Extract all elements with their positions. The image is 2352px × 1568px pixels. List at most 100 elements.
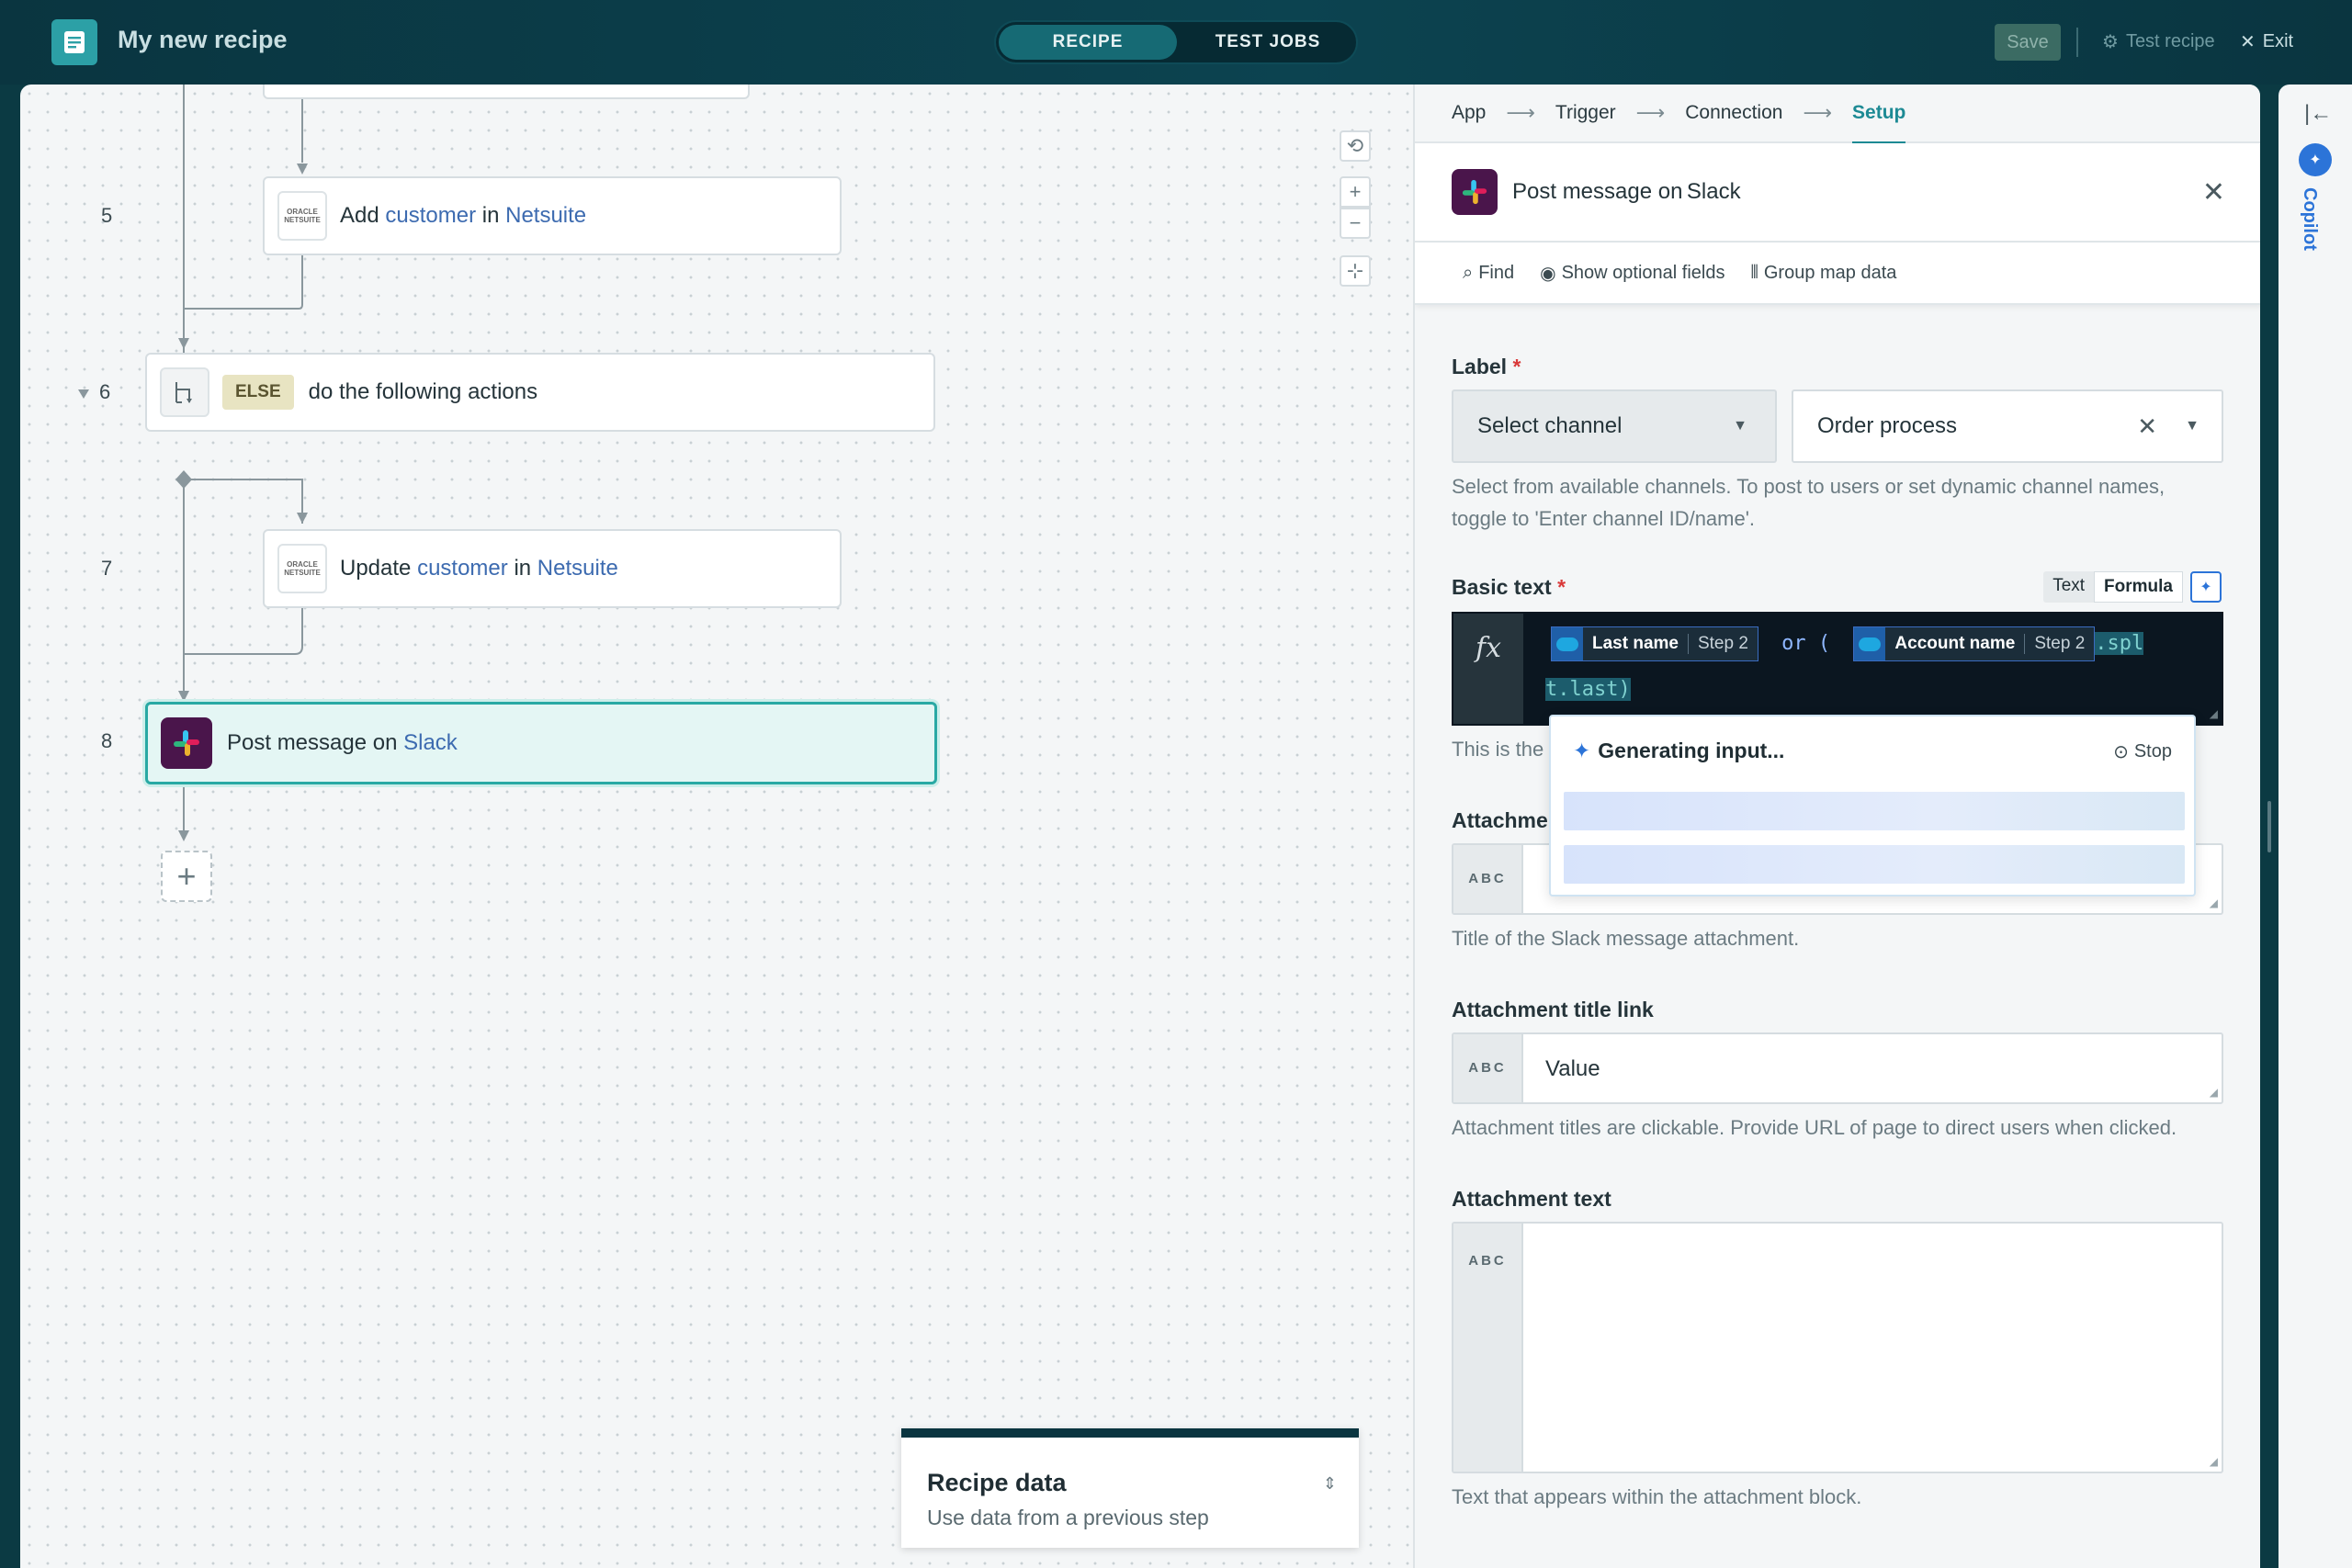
else-badge: ELSE (222, 375, 294, 410)
step-app: Netsuite (505, 203, 587, 228)
sparkle-icon: ✦ (1573, 738, 1591, 762)
copilot-icon[interactable]: ✦ (2299, 143, 2332, 176)
close-icon[interactable]: ✕ (2202, 176, 2225, 209)
slack-icon (1452, 169, 1498, 215)
step-card-else[interactable]: ELSE do the following actions (145, 353, 935, 432)
show-optional-fields-button[interactable]: ◉ Show optional fields (1540, 262, 1724, 285)
recipe-canvas[interactable]: 5 ORACLE NETSUITE Add customer in Netsui… (20, 85, 1413, 1568)
recipe-title[interactable]: My new recipe (118, 26, 288, 54)
divider (2076, 28, 2078, 57)
top-bar: My new recipe RECIPE TEST JOBS Save ⚙ Te… (0, 0, 2352, 85)
breadcrumb: App ⟶ Trigger ⟶ Connection ⟶ Setup (1415, 85, 2260, 144)
label-hint: Select from available channels. To post … (1452, 475, 2165, 530)
resize-handle-icon[interactable]: ◢ (2210, 1455, 2218, 1468)
panel-header: Post message on Slack ✕ (1415, 143, 2260, 243)
branch-icon (160, 367, 209, 417)
step-number: 6 (99, 380, 111, 403)
zoom-out-icon[interactable]: − (1340, 208, 1371, 239)
add-step-button[interactable]: + (161, 851, 212, 902)
fit-view-icon[interactable]: ⊹ (1340, 255, 1371, 287)
slack-icon (161, 717, 212, 769)
resize-handle-icon[interactable]: ◢ (2210, 707, 2218, 720)
step-object: customer (385, 203, 477, 228)
arrow-icon: ⟶ (1506, 101, 1535, 124)
basic-text-label: Basic text * (1452, 575, 1566, 599)
attachment-link-hint: Attachment titles are clickable. Provide… (1452, 1116, 2177, 1139)
formula-mode-button[interactable]: Formula (2094, 571, 2183, 603)
tab-test-jobs[interactable]: TEST JOBS (1180, 25, 1356, 60)
label-field-label: Label * (1452, 355, 1521, 378)
breadcrumb-setup[interactable]: Setup (1852, 102, 1906, 144)
show-optional-label: Show optional fields (1561, 262, 1725, 283)
find-label: Find (1478, 262, 1515, 283)
collapse-icon[interactable]: |← (2304, 101, 2332, 127)
step-number: 5 (101, 204, 113, 227)
attachment-link-input[interactable]: ABC Value ◢ (1452, 1032, 2223, 1104)
attachment-title-hint: Title of the Slack message attachment. (1452, 927, 1800, 950)
formula-line-1: Last name Step 2 or ( Account name Step 2.… (1551, 626, 2144, 661)
step-connector: in (481, 203, 500, 228)
loading-skeleton (1564, 845, 2185, 884)
copilot-sidebar: |← ✦ Copilot (2278, 85, 2352, 1568)
group-map-label: Group map data (1763, 262, 1897, 283)
panel-title-app: Slack (1686, 179, 1741, 204)
clear-icon[interactable]: ✕ (2137, 412, 2157, 441)
exit-label: Exit (2262, 31, 2294, 51)
breadcrumb-app[interactable]: App (1452, 102, 1486, 124)
test-recipe-button[interactable]: ⚙ Test recipe (2102, 30, 2215, 53)
step-card-post-slack[interactable]: Post message on Slack (145, 702, 937, 784)
attachment-text-input[interactable]: ABC ◢ (1452, 1222, 2223, 1473)
resize-handle-icon[interactable]: ◢ (2210, 897, 2218, 909)
fx-icon: fx (1453, 614, 1523, 724)
salesforce-icon (1854, 627, 1886, 660)
generating-label: Generating input... (1598, 738, 1785, 762)
step-app: Slack (403, 730, 458, 755)
datapill-account-name[interactable]: Account name Step 2 (1853, 626, 2096, 661)
required-marker: * (1512, 355, 1521, 378)
panel-resize-handle[interactable] (2267, 801, 2271, 852)
recipe-data-title: Recipe data (927, 1469, 1067, 1496)
resize-handle-icon[interactable]: ◢ (2210, 1086, 2218, 1099)
stop-icon: ⊙ (2113, 742, 2129, 762)
step-card-update-customer[interactable]: ORACLE NETSUITE Update customer in Netsu… (263, 529, 842, 608)
attachment-link-value: Value (1545, 1056, 1600, 1081)
netsuite-icon: ORACLE NETSUITE (277, 191, 327, 241)
text-type-icon: ABC (1453, 845, 1523, 913)
copilot-tab[interactable]: Copilot (2299, 187, 2320, 251)
eye-icon: ◉ (1540, 263, 1556, 284)
exit-button[interactable]: ✕ Exit (2240, 30, 2293, 53)
step-action: Update (340, 556, 412, 581)
channel-select[interactable]: Order process ✕ ▼ (1792, 389, 2223, 463)
expand-icon[interactable]: ⇕ (1323, 1474, 1337, 1494)
formula-line-2: t.last) (1545, 678, 1631, 701)
attachment-text-label: Attachment text (1452, 1187, 1611, 1211)
stop-button[interactable]: ⊙ Stop (2113, 740, 2172, 763)
save-button[interactable]: Save (1995, 24, 2061, 61)
tab-recipe[interactable]: RECIPE (999, 25, 1177, 60)
breadcrumb-trigger[interactable]: Trigger (1555, 102, 1616, 124)
group-map-data-button[interactable]: ⫴ Group map data (1750, 263, 1896, 284)
breadcrumb-connection[interactable]: Connection (1685, 102, 1782, 124)
arrow-icon: ⟶ (1635, 101, 1666, 124)
ai-sparkle-icon[interactable]: ✦ (2190, 571, 2222, 603)
formula-operator: or ( (1781, 632, 1831, 655)
panel-title-prefix: Post message on (1512, 179, 1683, 204)
reset-zoom-icon[interactable]: ⟲ (1340, 130, 1371, 162)
step-number: 8 (101, 729, 113, 752)
basic-text-hint: This is the (1452, 738, 1544, 761)
zoom-in-icon[interactable]: + (1340, 176, 1371, 208)
test-recipe-label: Test recipe (2125, 31, 2215, 51)
select-channel-dropdown[interactable]: Select channel ▼ (1452, 389, 1777, 463)
arrow-icon: ⟶ (1803, 101, 1833, 124)
step-card-add-customer[interactable]: ORACLE NETSUITE Add customer in Netsuite (263, 176, 842, 255)
recipe-icon[interactable] (51, 19, 97, 65)
chevron-down-icon[interactable]: ▼ (2185, 418, 2199, 434)
text-mode-button[interactable]: Text (2043, 571, 2094, 603)
text-type-icon: ABC (1453, 1224, 1523, 1472)
step-card-previous[interactable] (263, 85, 750, 99)
datapill-last-name[interactable]: Last name Step 2 (1551, 626, 1758, 661)
recipe-data-panel[interactable]: Recipe data Use data from a previous ste… (901, 1428, 1359, 1548)
columns-icon: ⫴ (1750, 262, 1758, 283)
formula-editor[interactable]: fx Last name Step 2 or ( Account name Step… (1452, 612, 2223, 726)
find-button[interactable]: ⌕ Find (1463, 263, 1514, 284)
